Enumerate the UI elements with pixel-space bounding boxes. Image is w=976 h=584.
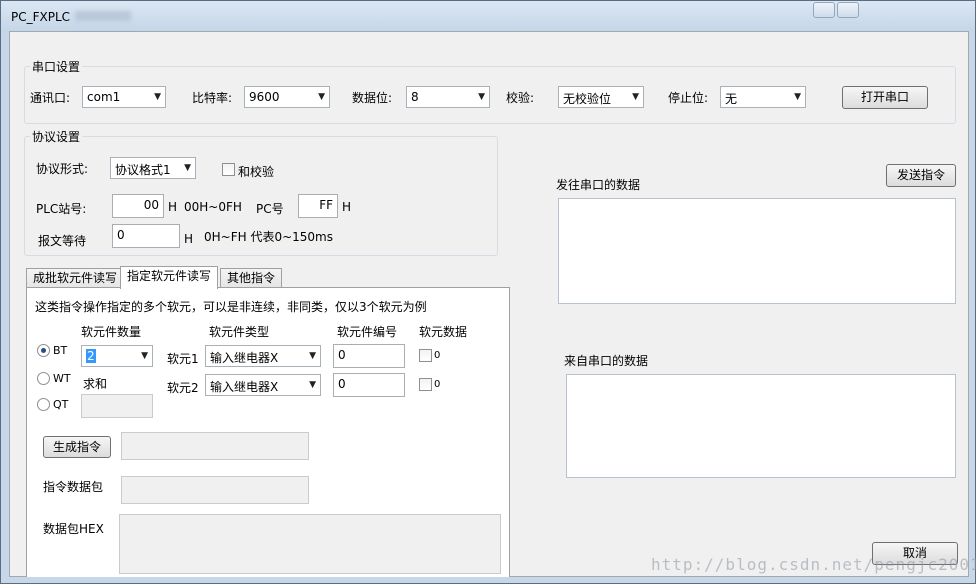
generate-command-button[interactable]: 生成指令 (43, 436, 111, 458)
sum-field (81, 394, 153, 418)
app-window: PC_FXPLC 串口设置 通讯口: com1 ▼ 比特率: 9600 ▼ 数据位:… (0, 0, 976, 584)
checksum-checkbox[interactable] (222, 163, 235, 176)
count-value: 2 (86, 349, 96, 363)
chevron-down-icon: ▼ (478, 92, 485, 102)
serial-group-title: 串口设置 (30, 58, 83, 75)
maximize-button[interactable] (837, 2, 859, 18)
baud-select[interactable]: 9600 ▼ (244, 86, 330, 108)
col-count-header: 软元件数量 (81, 325, 142, 339)
send-command-button[interactable]: 发送指令 (886, 164, 956, 187)
title-bar: PC_FXPLC (1, 1, 975, 31)
watermark-text: http://blog.csdn.net/pengjc2001 (651, 555, 976, 574)
tab-description: 这类指令操作指定的多个软元，可以是非连续，非同类，仅以3个软元为例 (35, 300, 427, 314)
chevron-down-icon: ▼ (141, 351, 148, 361)
packet-label: 指令数据包 (43, 480, 104, 494)
chevron-down-icon: ▼ (794, 92, 801, 102)
row1-data-label: 0 (434, 350, 441, 361)
col-data-header: 软元数据 (419, 325, 468, 339)
protocol-form-select[interactable]: 协议格式1 ▼ (110, 157, 196, 179)
radio-wt[interactable] (37, 372, 50, 385)
station-input[interactable]: 00 (112, 194, 164, 218)
wait-note: 0H~FH 代表0~150ms (204, 230, 333, 244)
chevron-down-icon: ▼ (632, 92, 639, 102)
radio-bt-label: BT (53, 344, 68, 357)
protocol-form-label: 协议形式: (36, 162, 89, 176)
port-label: 通讯口: (30, 91, 71, 105)
send-data-label: 发往串口的数据 (556, 178, 641, 192)
generate-output-field (121, 432, 309, 460)
open-port-button[interactable]: 打开串口 (842, 86, 928, 109)
wait-input[interactable]: 0 (112, 224, 180, 248)
hex-field (119, 514, 501, 574)
wait-unit: H (184, 232, 194, 246)
row2-data-label: 0 (434, 379, 441, 390)
row1-number-input[interactable]: 0 (333, 344, 405, 368)
tab-other-commands[interactable]: 其他指令 (220, 268, 283, 289)
sum-label: 求和 (83, 377, 108, 391)
packet-field (121, 476, 309, 504)
tab-page-specified: 这类指令操作指定的多个软元，可以是非连续，非同类，仅以3个软元为例 软元件数量 … (26, 287, 510, 577)
chevron-down-icon: ▼ (309, 380, 316, 390)
station-range: 00H~0FH (184, 200, 242, 214)
title-ghost-text (75, 11, 131, 21)
row1-data-checkbox[interactable] (419, 349, 432, 362)
chevron-down-icon: ▼ (154, 92, 161, 102)
recv-data-label: 来自串口的数据 (564, 354, 649, 368)
count-select[interactable]: 2 ▼ (81, 345, 153, 367)
databits-select[interactable]: 8 ▼ (406, 86, 490, 108)
parity-label: 校验: (506, 91, 535, 105)
row2-data-checkbox[interactable] (419, 378, 432, 391)
radio-qt[interactable] (37, 398, 50, 411)
send-data-textarea[interactable] (558, 198, 956, 304)
stopbits-label: 停止位: (668, 91, 709, 105)
station-label: PLC站号: (36, 202, 87, 216)
radio-wt-label: WT (53, 372, 71, 385)
hex-label: 数据包HEX (43, 522, 104, 536)
wait-label: 报文等待 (38, 234, 87, 248)
tab-specified-rw[interactable]: 指定软元件读写 (120, 266, 219, 289)
port-select[interactable]: com1 ▼ (82, 86, 166, 108)
tab-batch-rw[interactable]: 成批软元件读写 (26, 268, 125, 289)
parity-select[interactable]: 无校验位 ▼ (558, 86, 644, 108)
databits-label: 数据位: (352, 91, 393, 105)
radio-qt-label: QT (53, 398, 69, 411)
row1-label: 软元1 (167, 352, 199, 366)
col-type-header: 软元件类型 (209, 325, 270, 339)
station-unit: H (168, 200, 178, 214)
row2-label: 软元2 (167, 381, 199, 395)
checksum-label: 和校验 (238, 165, 275, 179)
minimize-button[interactable] (813, 2, 835, 18)
dialog-client: 串口设置 通讯口: com1 ▼ 比特率: 9600 ▼ 数据位: 8 ▼ 校验: 无… (9, 31, 969, 577)
recv-data-textarea[interactable] (566, 374, 956, 478)
row2-type-select[interactable]: 输入继电器X ▼ (205, 374, 321, 396)
col-number-header: 软元件编号 (337, 325, 398, 339)
window-title: PC_FXPLC (11, 10, 71, 24)
radio-bt[interactable] (37, 344, 50, 357)
pc-input[interactable]: FF (298, 194, 338, 218)
chevron-down-icon: ▼ (184, 163, 191, 173)
pc-label: PC号 (256, 202, 284, 216)
protocol-group-title: 协议设置 (30, 128, 83, 145)
row1-type-select[interactable]: 输入继电器X ▼ (205, 345, 321, 367)
baud-label: 比特率: (192, 91, 233, 105)
chevron-down-icon: ▼ (309, 351, 316, 361)
stopbits-select[interactable]: 无 ▼ (720, 86, 806, 108)
chevron-down-icon: ▼ (318, 92, 325, 102)
row2-number-input[interactable]: 0 (333, 373, 405, 397)
pc-unit: H (342, 200, 352, 214)
